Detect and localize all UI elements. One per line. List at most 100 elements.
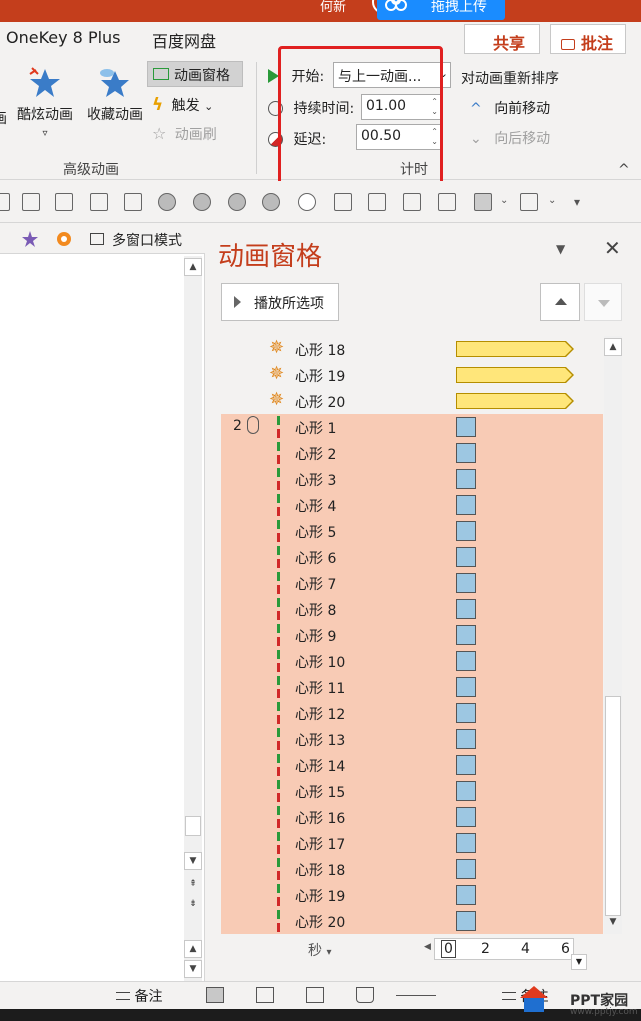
move-down-button[interactable]	[584, 283, 622, 321]
tab-onekey[interactable]: OneKey 8 Plus	[6, 28, 121, 47]
shape-combine-icon[interactable]	[193, 193, 211, 211]
timing-block[interactable]	[456, 651, 476, 671]
scroll-thumb[interactable]	[605, 696, 621, 916]
shape-union-icon[interactable]	[158, 193, 176, 211]
zoom-slider[interactable]	[396, 995, 436, 996]
emphasis-timing-bar[interactable]	[456, 341, 574, 357]
list-item[interactable]: 心形 3	[221, 466, 603, 492]
group-icon[interactable]	[334, 193, 352, 211]
timing-block[interactable]	[456, 599, 476, 619]
emphasis-timing-bar[interactable]	[456, 393, 574, 409]
timing-block[interactable]	[456, 911, 476, 931]
scroll-up-icon[interactable]: ▲	[184, 940, 202, 958]
timing-block[interactable]	[456, 573, 476, 593]
list-item[interactable]: 心形 13	[221, 726, 603, 752]
timing-block[interactable]	[456, 547, 476, 567]
more-icon[interactable]: ▾	[574, 195, 580, 209]
timing-block[interactable]	[456, 833, 476, 853]
emphasis-timing-bar[interactable]	[456, 367, 574, 383]
timing-block[interactable]	[456, 755, 476, 775]
timing-block[interactable]	[456, 443, 476, 463]
move-earlier-button[interactable]: ^ 向前移动	[470, 98, 550, 118]
multi-window-mode-button[interactable]: 多窗口模式	[112, 230, 182, 250]
list-item[interactable]: ✵ 心形 20	[221, 388, 603, 414]
collapse-ribbon-icon[interactable]: ^	[618, 162, 630, 178]
timing-block[interactable]	[456, 417, 476, 437]
timing-block[interactable]	[456, 885, 476, 905]
list-item[interactable]: 心形 11	[221, 674, 603, 700]
align-middle-icon[interactable]	[124, 193, 142, 211]
seconds-menu[interactable]: 秒 ▾	[308, 940, 331, 960]
magic-wand-icon[interactable]	[20, 229, 40, 249]
move-up-button[interactable]	[540, 283, 580, 321]
list-item[interactable]: 心形 15	[221, 778, 603, 804]
list-item[interactable]: 2 心形 1	[221, 414, 603, 440]
animation-brush-button[interactable]: ☆ 动画刷	[152, 124, 217, 144]
timing-block[interactable]	[456, 703, 476, 723]
list-item[interactable]: 心形 20	[221, 908, 603, 934]
tab-baidu-netdisk[interactable]: 百度网盘	[152, 28, 216, 52]
timing-block[interactable]	[456, 469, 476, 489]
scroll-down-icon[interactable]: ▼	[604, 914, 622, 932]
chevron-down-icon[interactable]: ⌄	[500, 195, 508, 206]
favorite-animation-button[interactable]: 收藏动画	[82, 66, 148, 124]
partial-button[interactable]: 画	[0, 70, 10, 128]
scroll-down-icon[interactable]: ▼	[184, 852, 202, 870]
play-selected-button[interactable]: 播放所选项	[221, 283, 339, 321]
reading-view-icon[interactable]	[306, 987, 324, 1003]
comment-button[interactable]: 批注	[550, 24, 626, 54]
cool-animation-button[interactable]: 酷炫动画 ▿	[13, 66, 77, 140]
close-icon[interactable]: ✕	[604, 236, 621, 260]
move-later-button[interactable]: ⌄ 向后移动	[470, 128, 550, 148]
prev-slide-icon[interactable]: ⇞	[184, 876, 202, 894]
list-item[interactable]: 心形 5	[221, 518, 603, 544]
list-item[interactable]: 心形 12	[221, 700, 603, 726]
timing-block[interactable]	[456, 781, 476, 801]
list-item[interactable]: 心形 16	[221, 804, 603, 830]
list-item[interactable]: 心形 19	[221, 882, 603, 908]
list-item[interactable]: 心形 9	[221, 622, 603, 648]
slide-sorter-icon[interactable]	[256, 987, 274, 1003]
chevron-down-icon[interactable]: ▼	[571, 954, 587, 970]
next-slide-icon[interactable]: ⇟	[184, 896, 202, 914]
list-item[interactable]: 心形 6	[221, 544, 603, 570]
flower-icon[interactable]	[54, 229, 74, 249]
left-scrollbar[interactable]: ▲ ▼ ⇞ ⇟ ▲ ▼	[184, 256, 202, 981]
timing-block[interactable]	[456, 625, 476, 645]
animation-list-scrollbar[interactable]: ▲ ▼	[604, 336, 622, 934]
scroll-down-icon[interactable]: ▼	[184, 960, 202, 978]
notes-button[interactable]: 备注	[116, 986, 162, 1006]
timing-block[interactable]	[456, 859, 476, 879]
ungroup-icon[interactable]	[368, 193, 386, 211]
chevron-down-icon[interactable]: ⌄	[548, 195, 556, 206]
timing-block[interactable]	[456, 807, 476, 827]
timing-block[interactable]	[456, 495, 476, 515]
list-item[interactable]: 心形 17	[221, 830, 603, 856]
list-item[interactable]: 心形 14	[221, 752, 603, 778]
scroll-thumb[interactable]	[185, 816, 201, 836]
scroll-up-icon[interactable]: ▲	[604, 338, 622, 356]
align-right-icon[interactable]	[55, 193, 73, 211]
list-item[interactable]: 心形 4	[221, 492, 603, 518]
arrange-icon[interactable]	[474, 193, 492, 211]
share-button[interactable]: 共享	[464, 24, 540, 54]
normal-view-icon[interactable]	[206, 987, 224, 1003]
timeline-left-icon[interactable]: ◀	[424, 942, 431, 952]
size-icon[interactable]	[520, 193, 538, 211]
shape-fragment-icon[interactable]	[228, 193, 246, 211]
list-item[interactable]: 心形 8	[221, 596, 603, 622]
timing-block[interactable]	[456, 729, 476, 749]
trigger-button[interactable]: ϟ 触发 ⌄	[152, 95, 213, 115]
timeline-ruler[interactable]: 0 2 4 6	[434, 938, 574, 960]
scroll-up-icon[interactable]: ▲	[184, 258, 202, 276]
shape-subtract-icon[interactable]	[298, 193, 316, 211]
animation-pane-button[interactable]: 动画窗格	[147, 61, 243, 87]
list-item[interactable]: 心形 18	[221, 856, 603, 882]
timing-block[interactable]	[456, 677, 476, 697]
list-item[interactable]: ✵ 心形 18	[221, 336, 603, 362]
pane-menu-icon[interactable]: ▼	[556, 242, 565, 256]
shape-intersect-icon[interactable]	[262, 193, 280, 211]
align-center-icon[interactable]	[22, 193, 40, 211]
upload-popup[interactable]: 拖拽上传	[377, 0, 505, 20]
align-top-icon[interactable]	[90, 193, 108, 211]
